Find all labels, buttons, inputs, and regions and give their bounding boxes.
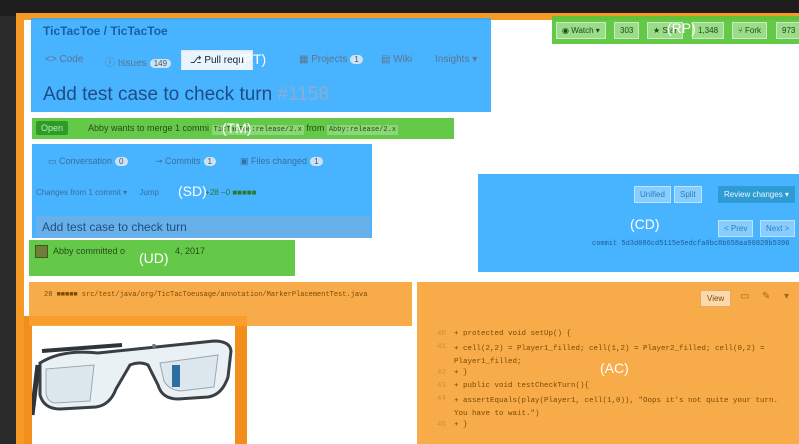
conversation-icon: ▭ (48, 156, 60, 166)
tab-conversation[interactable]: ▭ Conversation 0 (48, 156, 128, 167)
commit-header: Add test case to check turn (36, 216, 370, 238)
smart-glasses-illustration (29, 339, 233, 416)
commit-author-region: Abby committed o 4, 2017 (UD) (29, 240, 295, 276)
commit-id[interactable]: commit 5d3d086cd5115e5edcfa0bc8b658aa908… (592, 240, 789, 248)
fork-button[interactable]: ⑂ Fork (732, 22, 768, 39)
watch-button[interactable]: ◉ Watch ▾ (556, 22, 606, 39)
wiki-icon: ▤ (381, 54, 394, 65)
tab-insights[interactable]: Insights ▾ (435, 54, 477, 65)
file-diff-icon: ▣ (240, 156, 252, 166)
jump-to-dropdown[interactable]: Jump (139, 188, 159, 197)
code-icon: <> (45, 54, 60, 65)
code-line: 40 + protected void setUp() { (436, 330, 572, 338)
pencil-icon[interactable]: ✎ (762, 291, 770, 302)
source-branch[interactable]: Abby:release/2.x (326, 125, 399, 135)
region-label-ac: (AC) (600, 360, 629, 376)
tab-code[interactable]: <> Code (45, 54, 83, 65)
region-label-ud: (UD) (139, 250, 169, 266)
avatar[interactable] (35, 245, 48, 258)
diff-stat-bar: ■■■■■ (232, 188, 257, 197)
tab-wiki[interactable]: ▤ Wiki (381, 54, 412, 65)
tab-issues[interactable]: ⓘ Issues 149 (105, 54, 172, 69)
merge-status-region: Open Abby wants to merge 1 commi TicTacT… (32, 118, 454, 139)
chevron-down-icon: ▾ (469, 54, 478, 65)
split-view-button[interactable]: Split (674, 186, 702, 203)
chevron-down-icon[interactable]: ▾ (784, 291, 789, 302)
diff-controls-region: Unified Split Review changes ▾ < Prev Ne… (478, 174, 799, 272)
code-line: 44 + assertEquals(play(Player1, cell(1,0)… (436, 395, 779, 418)
code-line: 45 + } (436, 421, 468, 429)
tab-projects[interactable]: ▦ Projects 1 (299, 54, 363, 65)
changes-summary: Changes from 1 commit ▾ Jump +28 −0 ■■■■… (36, 188, 257, 197)
repo-title[interactable]: TicTacToe / TicTacToe (43, 24, 168, 38)
region-label-sd: (SD) (178, 183, 207, 199)
repo-actions-region: ◉ Watch ▾ 303 ★ Star 1,348 ⑂ Fork 973 (R… (552, 16, 799, 44)
unified-view-button[interactable]: Unified (634, 186, 671, 203)
region-label-rp: (RP) (667, 20, 696, 36)
region-label-pt: (PT) (239, 51, 267, 67)
region-label-cd: (CD) (630, 216, 660, 232)
tab-files-changed[interactable]: ▣ Files changed 1 (240, 156, 323, 167)
star-icon: ★ (653, 26, 663, 35)
view-file-button[interactable]: View (700, 290, 732, 307)
product-image (29, 325, 235, 444)
region-label-tm: (TM) (222, 120, 252, 136)
desktop-icon[interactable]: ▭ (740, 291, 749, 302)
changes-from-dropdown[interactable]: Changes from 1 commit (36, 188, 121, 197)
review-changes-button[interactable]: Review changes ▾ (718, 186, 795, 203)
diff-stats: +28 −0 (205, 188, 231, 197)
commit-icon: ⊸ (155, 156, 166, 166)
tab-commits[interactable]: ⊸ Commits 1 (155, 156, 216, 167)
pr-number: #1158 (277, 84, 329, 105)
fork-icon: ⑂ (738, 26, 746, 35)
code-line: 43 + public void testCheckTurn(){ (436, 382, 590, 390)
eye-icon: ◉ (562, 26, 572, 35)
watch-count[interactable]: 303 (614, 22, 640, 39)
pull-request-icon: ⎇ (190, 55, 205, 66)
prev-button[interactable]: < Prev (718, 220, 754, 237)
status-badge: Open (36, 121, 69, 135)
project-icon: ▦ (299, 54, 312, 65)
page-title: Add test case to check turn #1158 (43, 84, 329, 105)
file-header-panel (29, 282, 412, 326)
next-button[interactable]: Next > (760, 220, 796, 237)
commit-author: Abby committed o 4, 2017 (53, 246, 206, 256)
star-count[interactable]: 1,348 (692, 22, 725, 39)
issue-icon: ⓘ (105, 58, 118, 69)
fork-count[interactable]: 973 (776, 22, 799, 39)
code-diff: 40 + protected void setUp() { 41 + cell(2,… (430, 330, 799, 434)
pr-title-region: TicTacToe / TicTacToe <> Code ⓘ Issues 14… (31, 18, 491, 112)
file-path[interactable]: 28 ■■■■■ src/test/java/org/TicTacToeusag… (44, 291, 367, 299)
commit-title[interactable]: Add test case to check turn (42, 220, 187, 234)
